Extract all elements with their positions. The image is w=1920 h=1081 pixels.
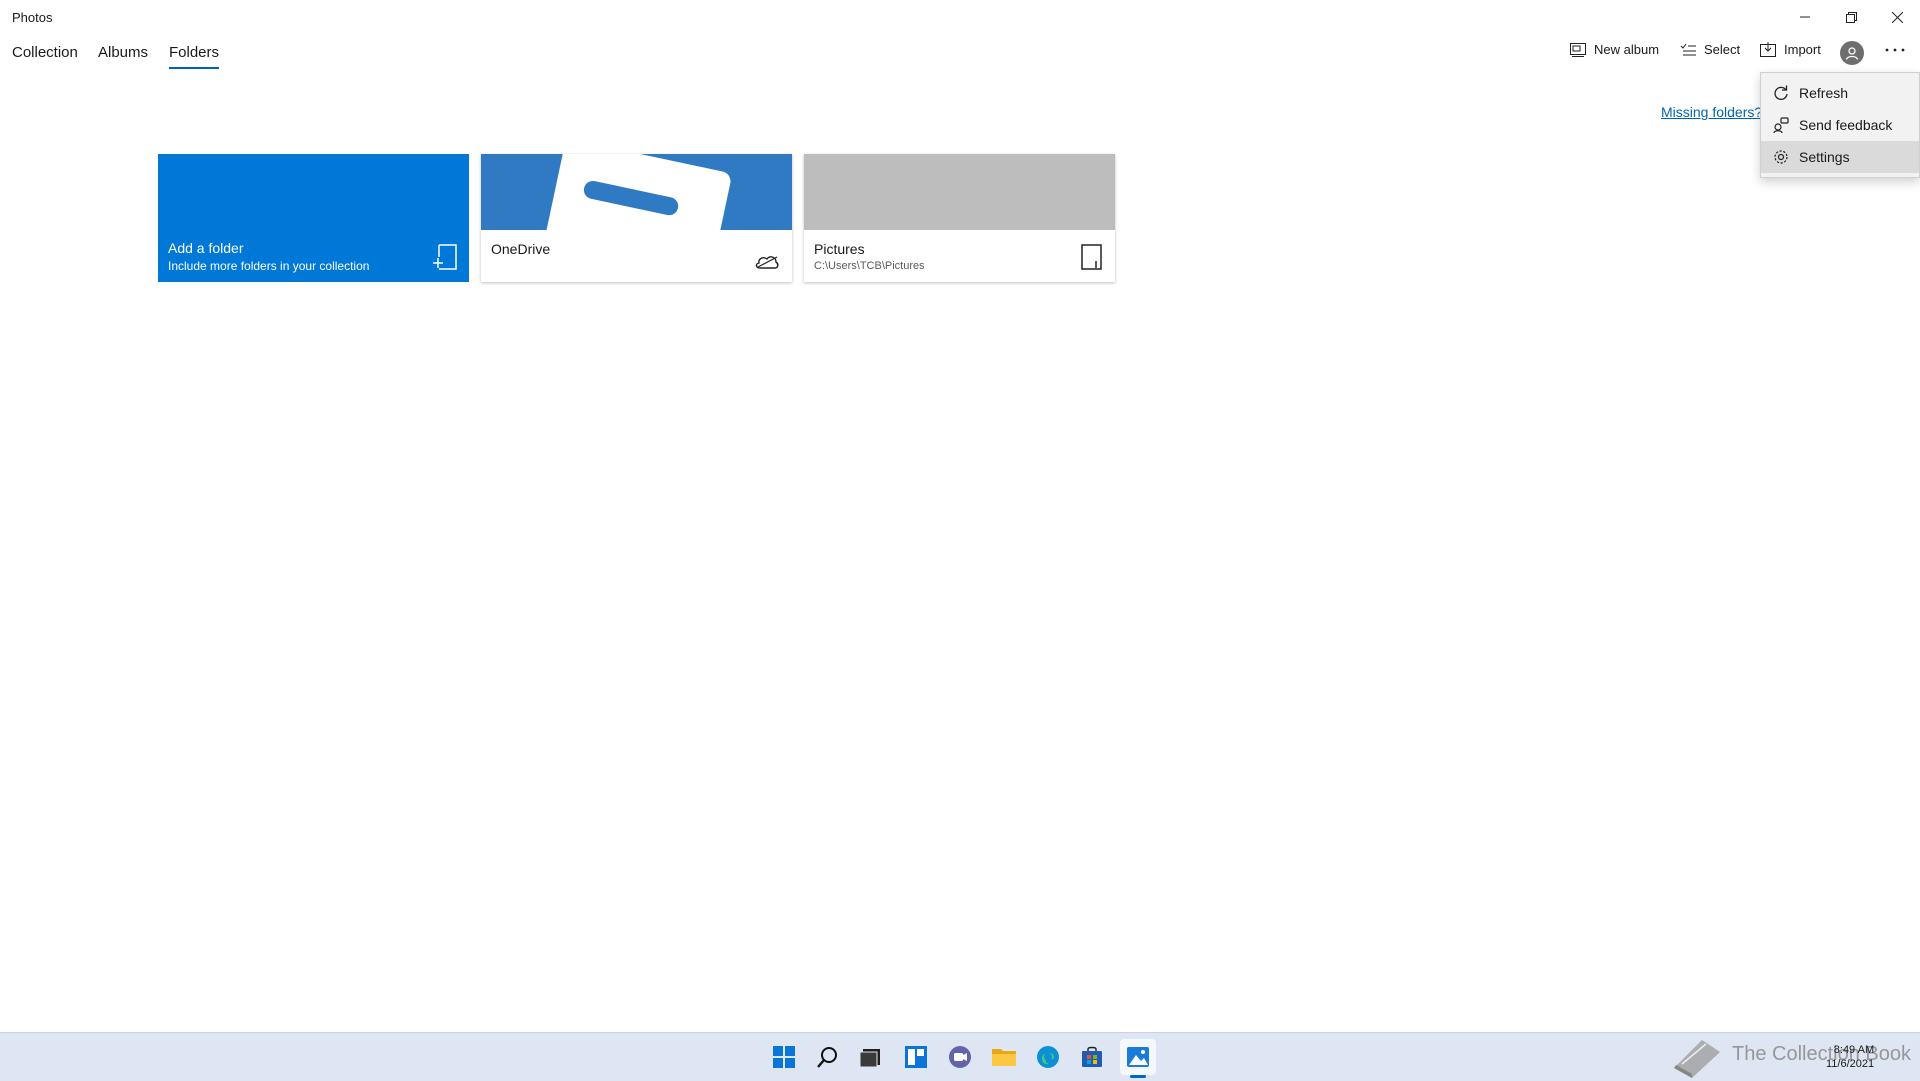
select-label: Select <box>1704 42 1741 57</box>
new-album-label: New album <box>1594 42 1660 57</box>
onedrive-title: OneDrive <box>491 241 551 257</box>
menu-item-refresh[interactable]: Refresh <box>1761 77 1919 109</box>
chat-icon[interactable] <box>946 1043 974 1071</box>
person-icon <box>1845 47 1859 60</box>
menu-item-send-feedback[interactable]: Send feedback <box>1761 109 1919 141</box>
photos-icon[interactable] <box>1124 1043 1152 1071</box>
import-label: Import <box>1784 42 1821 57</box>
file-explorer-icon[interactable] <box>990 1043 1018 1071</box>
new-album-button[interactable]: New album <box>1570 42 1659 57</box>
menu-item-refresh-label: Refresh <box>1799 85 1849 101</box>
add-folder-icon <box>433 244 457 270</box>
new-album-icon <box>1570 42 1586 57</box>
pictures-tile[interactable]: Pictures C:\Users\TCB\Pictures <box>804 154 1115 282</box>
import-icon <box>1760 42 1776 57</box>
edge-icon[interactable] <box>1034 1043 1062 1071</box>
more-options-button[interactable] <box>1880 40 1910 64</box>
app-title: Photos <box>12 10 53 25</box>
missing-folders-link[interactable]: Missing folders? <box>1661 104 1762 120</box>
more-options-menu: Refresh Send feedback Settings <box>1760 72 1920 178</box>
taskbar <box>0 1032 1920 1081</box>
pictures-thumbnail <box>804 154 1115 230</box>
store-icon[interactable] <box>1078 1043 1106 1071</box>
task-view-icon[interactable] <box>856 1043 884 1071</box>
onedrive-thumbnail <box>481 154 792 230</box>
cloud-icon <box>755 256 779 269</box>
pictures-path: C:\Users\TCB\Pictures <box>814 260 925 272</box>
import-button[interactable]: Import <box>1760 42 1821 57</box>
title-bar: Photos <box>0 0 1920 34</box>
minimize-icon <box>1800 16 1810 18</box>
add-folder-subtitle: Include more folders in your collection <box>168 259 370 273</box>
menu-item-send-feedback-label: Send feedback <box>1799 117 1893 133</box>
onedrive-tile[interactable]: OneDrive <box>481 154 792 282</box>
menu-item-settings[interactable]: Settings <box>1761 141 1919 173</box>
add-folder-tile[interactable]: Add a folder Include more folders in you… <box>158 154 469 282</box>
more-icon <box>1885 48 1905 52</box>
watermark-book-icon <box>1674 1040 1720 1078</box>
menu-item-settings-label: Settings <box>1799 149 1850 165</box>
account-avatar[interactable] <box>1840 41 1864 65</box>
watermark-text: The Collection Book <box>1732 1043 1911 1065</box>
clock-date: 11/6/2021 <box>1826 1058 1875 1070</box>
minimize-button[interactable] <box>1782 0 1828 34</box>
drive-icon <box>1081 244 1102 270</box>
taskbar-clock[interactable]: 8:49 AM 11/6/2021 <box>1826 1043 1874 1071</box>
tab-folders[interactable]: Folders <box>169 44 220 69</box>
search-icon[interactable] <box>814 1043 842 1071</box>
restore-button[interactable] <box>1828 0 1874 34</box>
clock-time: 8:49 AM <box>1833 1044 1875 1056</box>
pictures-title: Pictures <box>814 241 865 257</box>
gear-icon <box>1774 150 1788 164</box>
tab-collection[interactable]: Collection <box>12 44 78 69</box>
tab-albums[interactable]: Albums <box>98 44 148 69</box>
refresh-icon <box>1774 85 1788 100</box>
close-button[interactable] <box>1874 0 1920 34</box>
taskbar-active-indicator <box>1130 1075 1146 1078</box>
start-icon[interactable] <box>770 1043 798 1071</box>
select-list-icon <box>1680 43 1696 55</box>
widgets-icon[interactable] <box>902 1043 930 1071</box>
feedback-icon <box>1773 117 1789 133</box>
select-button[interactable]: Select <box>1680 42 1740 57</box>
close-icon <box>1891 11 1903 23</box>
restore-icon <box>1845 11 1857 23</box>
add-folder-title: Add a folder <box>168 240 244 256</box>
